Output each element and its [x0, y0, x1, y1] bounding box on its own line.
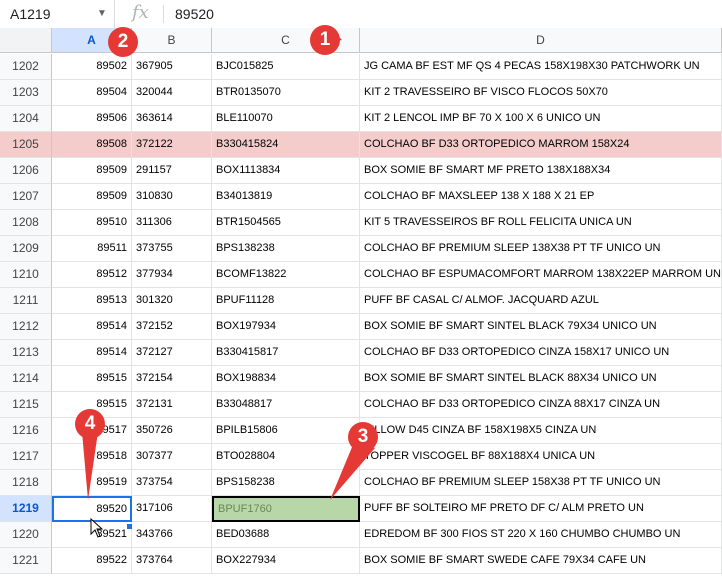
callout-marker-4: 4	[75, 409, 105, 439]
callout-marker-1: 1	[310, 25, 340, 55]
marker-4-pointer	[82, 432, 98, 500]
annotation-pointers	[82, 28, 375, 500]
mouse-cursor-icon	[90, 518, 104, 538]
callout-marker-3: 3	[348, 422, 378, 452]
callout-marker-2: 2	[108, 27, 138, 57]
